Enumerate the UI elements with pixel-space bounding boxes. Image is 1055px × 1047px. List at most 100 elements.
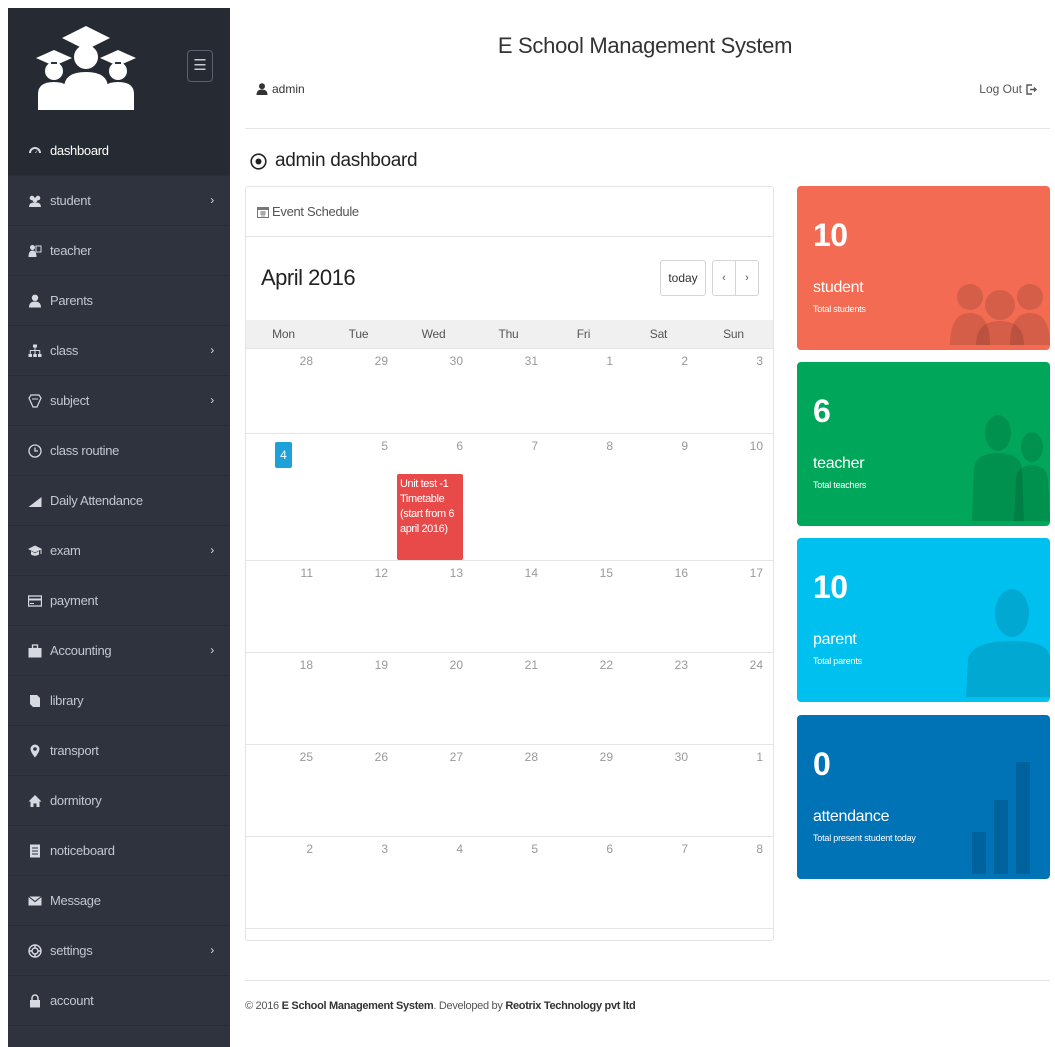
day-number: 16 [674,566,688,580]
day-number: 6 [606,842,613,856]
next-month-button[interactable]: › [735,260,759,296]
sidebar-item-exam[interactable]: exam › [8,526,230,576]
calendar-day[interactable]: 27 [396,745,471,836]
sidebar-item-teacher[interactable]: teacher [8,226,230,276]
sidebar-item-accounting[interactable]: Accounting › [8,626,230,676]
sidebar-item-payment[interactable]: payment [8,576,230,626]
calendar-day[interactable]: 10 [696,434,771,560]
sidebar-item-account[interactable]: account [8,976,230,1026]
settings-icon [28,943,42,958]
stat-card-attendance[interactable]: 0 attendance Total present student today [797,715,1050,879]
chevron-right-icon: › [210,343,214,357]
calendar-day[interactable]: 5 [321,434,396,560]
calendar-day[interactable]: 8 [696,837,771,928]
day-number: 19 [374,658,388,672]
stat-label: student [813,279,864,296]
calendar-day[interactable]: 4 [246,434,321,560]
calendar-event[interactable]: Unit test -1 Timetable (start from 6 apr… [397,474,463,560]
stat-value: 6 [813,393,831,429]
calendar-day[interactable]: 28 [471,745,546,836]
calendar-day[interactable]: 19 [321,653,396,744]
logout-link[interactable]: Log Out [979,82,1037,96]
calendar-day[interactable]: 4 [396,837,471,928]
day-number: 20 [449,658,463,672]
calendar-day[interactable]: 1 [696,745,771,836]
footer-app-name[interactable]: E School Management System [282,1000,434,1012]
weekday-label: Tue [348,327,369,341]
calendar-day[interactable]: 29 [321,349,396,433]
calendar-day[interactable]: 28 [246,349,321,433]
calendar-day[interactable]: 26 [321,745,396,836]
calendar-day[interactable]: 11 [246,561,321,652]
calendar-day[interactable]: 5 [471,837,546,928]
day-number: 30 [674,750,688,764]
day-number: 13 [449,566,463,580]
calendar-day[interactable]: 30 [621,745,696,836]
calendar-day[interactable]: 7 [621,837,696,928]
day-number: 14 [524,566,538,580]
calendar-day[interactable]: 2 [246,837,321,928]
calendar-day[interactable]: 9 [621,434,696,560]
weekday-header: Mon Tue Wed Thu Fri Sat Sun [246,320,773,349]
calendar-day[interactable]: 8 [546,434,621,560]
calendar-day[interactable]: 16 [621,561,696,652]
day-number: 2 [306,842,313,856]
chart-icon [28,494,42,508]
sidebar-item-transport[interactable]: transport [8,726,230,776]
sidebar-item-class-routine[interactable]: class routine [8,426,230,476]
sidebar-item-message[interactable]: Message [8,876,230,926]
user-info[interactable]: admin [256,82,305,96]
calendar-day[interactable]: 17 [696,561,771,652]
sidebar-item-student[interactable]: student › [8,176,230,226]
prev-month-button[interactable]: ‹ [712,260,736,296]
sidebar-item-subject[interactable]: subject › [8,376,230,426]
sidebar-item-noticeboard[interactable]: noticeboard [8,826,230,876]
sidebar-item-class[interactable]: class › [8,326,230,376]
day-number: 8 [606,439,613,453]
sidebar-toggle-button[interactable]: ☰ [187,50,213,82]
book-icon [28,694,42,708]
calendar-day[interactable]: 24 [696,653,771,744]
calendar-day[interactable]: 15 [546,561,621,652]
calendar-day[interactable]: 7 [471,434,546,560]
day-number: 25 [299,750,313,764]
calendar-day[interactable]: 14 [471,561,546,652]
sidebar-item-dormitory[interactable]: dormitory [8,776,230,826]
graduates-logo-icon[interactable] [32,24,140,110]
sitemap-icon [28,344,42,358]
calendar-day[interactable]: 30 [396,349,471,433]
stat-card-parent[interactable]: 10 parent Total parents [797,538,1050,702]
sidebar-item-parents[interactable]: Parents [8,276,230,326]
calendar-day[interactable]: 21 [471,653,546,744]
sidebar-item-settings[interactable]: settings › [8,926,230,976]
calendar-day[interactable]: 18 [246,653,321,744]
calendar-day[interactable]: 2 [621,349,696,433]
stat-value: 0 [813,746,831,782]
sidebar-item-daily-attendance[interactable]: Daily Attendance [8,476,230,526]
calendar-day[interactable]: 31 [471,349,546,433]
footer-company[interactable]: Reotrix Technology pvt ltd [505,1000,635,1012]
calendar-day[interactable]: 3 [696,349,771,433]
calendar-day[interactable]: 29 [546,745,621,836]
sidebar-item-library[interactable]: library [8,676,230,726]
day-number: 3 [756,354,763,368]
calendar-day[interactable]: 25 [246,745,321,836]
footer-developed-by: . Developed by [433,1000,503,1012]
today-button[interactable]: today [660,260,706,296]
stat-card-student[interactable]: 10 student Total students [797,186,1050,350]
sidebar-item-dashboard[interactable]: dashboard [8,126,230,176]
chevron-right-icon: › [210,643,214,657]
calendar-day[interactable]: 6 [546,837,621,928]
weekday-label: Fri [576,327,591,341]
footer-divider [245,980,1050,981]
calendar-day[interactable]: 20 [396,653,471,744]
calendar-day[interactable]: 3 [321,837,396,928]
user-icon [28,294,42,308]
calendar-day[interactable]: 1 [546,349,621,433]
day-number: 28 [299,354,313,368]
calendar-day[interactable]: 23 [621,653,696,744]
stat-card-teacher[interactable]: 6 teacher Total teachers [797,362,1050,526]
calendar-day[interactable]: 12 [321,561,396,652]
calendar-day[interactable]: 22 [546,653,621,744]
calendar-day[interactable]: 13 [396,561,471,652]
